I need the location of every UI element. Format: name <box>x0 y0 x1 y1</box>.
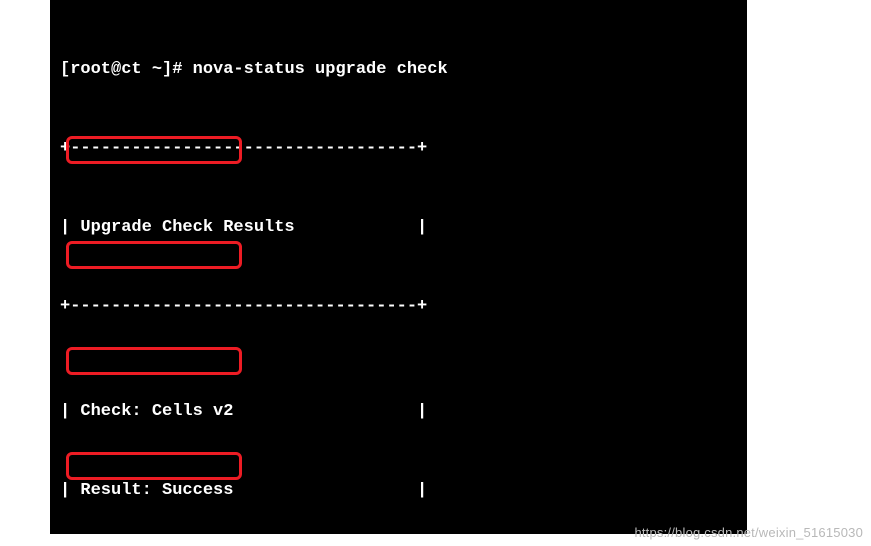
shell-prompt-line: [root@ct ~]# nova-status upgrade check <box>60 57 737 83</box>
terminal-window[interactable]: [root@ct ~]# nova-status upgrade check +… <box>50 0 747 534</box>
check-row: | Check: Cells v2 | <box>60 399 737 425</box>
highlight-box <box>66 347 242 375</box>
watermark-text: https://blog.csdn.net/weixin_51615030 <box>634 525 863 540</box>
highlight-box <box>66 241 242 269</box>
table-divider: +----------------------------------+ <box>60 294 737 320</box>
shell-prompt: [root@ct ~]# <box>60 60 193 79</box>
result-row: | Result: Success | <box>60 478 737 504</box>
highlight-box <box>66 452 242 480</box>
command-text: nova-status upgrade check <box>193 60 448 79</box>
table-header-row: | Upgrade Check Results | <box>60 215 737 241</box>
table-divider: +----------------------------------+ <box>60 136 737 162</box>
